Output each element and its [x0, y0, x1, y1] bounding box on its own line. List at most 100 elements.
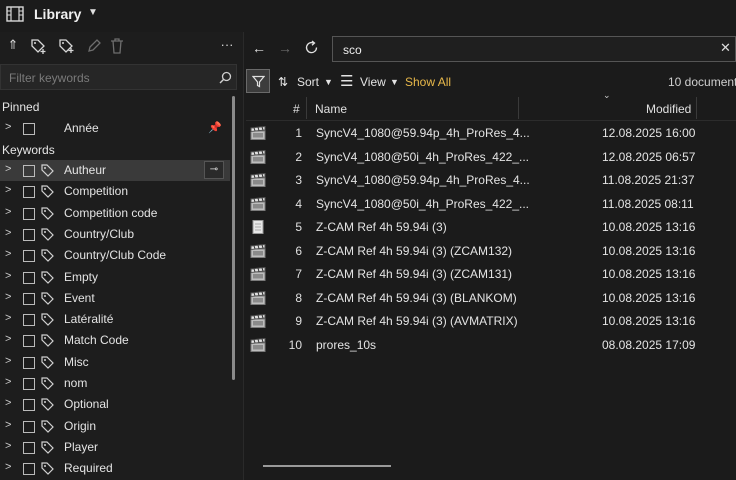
- app-title[interactable]: Library: [34, 6, 81, 22]
- chevron-right-icon[interactable]: >: [5, 461, 11, 473]
- more-options-icon[interactable]: ···: [218, 36, 236, 54]
- keyword-checkbox[interactable]: [23, 399, 35, 412]
- filter-keywords-input[interactable]: [7, 68, 211, 88]
- chevron-right-icon[interactable]: >: [5, 291, 11, 303]
- add-tag-icon[interactable]: [30, 38, 48, 54]
- chevron-right-icon[interactable]: >: [5, 227, 11, 239]
- table-row[interactable]: 8 Z-CAM Ref 4h 59.94i (3) (BLANKOM) 10.08.…: [246, 287, 736, 310]
- table-row[interactable]: 9 Z-CAM Ref 4h 59.94i (3) (AVMATRIX) 10.08…: [246, 310, 736, 333]
- keyword-row[interactable]: > Empty: [0, 267, 230, 288]
- keyword-row[interactable]: > Country/Club Code: [0, 245, 230, 266]
- edit-icon[interactable]: [86, 38, 102, 54]
- keyword-checkbox[interactable]: [23, 420, 35, 433]
- chevron-right-icon[interactable]: >: [5, 440, 11, 452]
- collapse-all-icon[interactable]: ⇑: [4, 36, 22, 54]
- table-row[interactable]: 10 prores_10s 08.08.2025 17:09: [246, 334, 736, 357]
- column-separator[interactable]: [306, 97, 307, 119]
- chevron-right-icon[interactable]: >: [5, 163, 11, 175]
- horizontal-scrollbar[interactable]: [263, 465, 391, 467]
- tag-icon: [41, 228, 54, 241]
- keyword-checkbox[interactable]: [23, 186, 35, 199]
- film-icon: [6, 6, 24, 22]
- chevron-right-icon[interactable]: >: [5, 397, 11, 409]
- vertical-scrollbar[interactable]: [232, 96, 235, 380]
- keyword-checkbox[interactable]: [23, 250, 35, 263]
- forward-arrow-icon[interactable]: →: [278, 40, 292, 56]
- search-box[interactable]: [332, 36, 736, 62]
- sort-indicator-icon: ⌄: [603, 90, 611, 100]
- view-caret-icon[interactable]: ▼: [390, 77, 399, 87]
- col-header-num[interactable]: #: [293, 102, 300, 116]
- keyword-row[interactable]: > Optional: [0, 394, 230, 415]
- table-row[interactable]: 3 SyncV4_1080@59.94p_4h_ProRes_4... 11.08.…: [246, 169, 736, 192]
- keyword-row[interactable]: > Latéralité: [0, 309, 230, 330]
- keyword-row[interactable]: > Required: [0, 458, 230, 479]
- keyword-row[interactable]: > nom: [0, 373, 230, 394]
- col-header-modified[interactable]: Modified: [646, 102, 691, 116]
- column-separator[interactable]: [696, 97, 697, 119]
- tag-icon: [41, 334, 54, 348]
- back-arrow-icon[interactable]: ←: [252, 40, 266, 56]
- view-list-icon[interactable]: ☰: [340, 72, 353, 90]
- library-dropdown-icon[interactable]: ▼: [88, 7, 98, 18]
- keyword-checkbox[interactable]: [23, 378, 35, 390]
- chevron-right-icon[interactable]: >: [5, 248, 11, 260]
- keyword-checkbox[interactable]: [23, 228, 35, 241]
- pin-toggle-icon[interactable]: ⊸: [204, 161, 224, 179]
- delete-icon[interactable]: [110, 38, 124, 54]
- chevron-right-icon[interactable]: >: [5, 184, 11, 196]
- keyword-row[interactable]: > Misc: [0, 352, 230, 373]
- keyword-label: Competition: [64, 184, 129, 199]
- sort-button[interactable]: Sort: [297, 75, 319, 89]
- chevron-right-icon[interactable]: >: [5, 419, 11, 431]
- table-row[interactable]: 4 SyncV4_1080@50i_4h_ProRes_422_... 11.08.…: [246, 193, 736, 216]
- keyword-checkbox[interactable]: [23, 356, 35, 369]
- clear-search-icon[interactable]: ✕: [720, 40, 731, 56]
- chevron-right-icon[interactable]: >: [5, 121, 11, 133]
- keyword-row[interactable]: > Match Code: [0, 330, 230, 351]
- chevron-right-icon[interactable]: >: [5, 206, 11, 218]
- chevron-right-icon[interactable]: >: [5, 333, 11, 345]
- file-number: 10: [288, 337, 302, 352]
- view-button[interactable]: View: [360, 75, 386, 89]
- column-separator[interactable]: [518, 97, 519, 119]
- table-row[interactable]: 6 Z-CAM Ref 4h 59.94i (3) (ZCAM132) 10.08.…: [246, 240, 736, 263]
- filter-keywords-box[interactable]: [0, 64, 237, 90]
- search-input[interactable]: [341, 41, 705, 59]
- keyword-row[interactable]: > Autheur ⊸: [0, 160, 230, 181]
- keyword-checkbox[interactable]: [23, 165, 35, 177]
- chevron-right-icon[interactable]: >: [5, 376, 11, 388]
- keyword-row[interactable]: > Country/Club: [0, 224, 230, 245]
- keyword-checkbox[interactable]: [23, 292, 35, 305]
- file-name: SyncV4_1080@59.94p_4h_ProRes_4...: [316, 126, 530, 140]
- table-row[interactable]: 2 SyncV4_1080@50i_4h_ProRes_422_... 12.08.…: [246, 146, 736, 169]
- keyword-checkbox[interactable]: [23, 441, 35, 454]
- keyword-row[interactable]: > Competition code: [0, 203, 230, 224]
- pinned-item[interactable]: > Année 📌: [0, 118, 230, 139]
- table-row[interactable]: 7 Z-CAM Ref 4h 59.94i (3) (ZCAM131) 10.08.…: [246, 263, 736, 286]
- chevron-right-icon[interactable]: >: [5, 270, 11, 282]
- keyword-checkbox[interactable]: [23, 271, 35, 284]
- keyword-row[interactable]: > Origin: [0, 416, 230, 437]
- keyword-checkbox[interactable]: [23, 207, 35, 220]
- col-header-name[interactable]: Name: [315, 102, 347, 116]
- table-row[interactable]: 5 Z-CAM Ref 4h 59.94i (3) 10.08.2025 13:16: [246, 216, 736, 239]
- keyword-checkbox[interactable]: [23, 314, 35, 327]
- keyword-row[interactable]: > Event: [0, 288, 230, 309]
- chevron-right-icon[interactable]: >: [5, 355, 11, 367]
- refresh-icon[interactable]: [304, 40, 319, 55]
- chevron-right-icon[interactable]: >: [5, 312, 11, 324]
- pin-icon[interactable]: 📌: [208, 121, 222, 134]
- filter-button[interactable]: [246, 69, 270, 93]
- keyword-row[interactable]: > Competition: [0, 181, 230, 202]
- keyword-row[interactable]: > Player: [0, 437, 230, 458]
- show-all-link[interactable]: Show All: [405, 75, 451, 89]
- keyword-checkbox[interactable]: [23, 123, 35, 135]
- sort-icon[interactable]: ⇅: [278, 75, 288, 89]
- keyword-checkbox[interactable]: [23, 335, 35, 348]
- keyword-checkbox[interactable]: [23, 463, 35, 476]
- table-row[interactable]: 1 SyncV4_1080@59.94p_4h_ProRes_4... 12.08.…: [246, 122, 736, 145]
- add-child-tag-icon[interactable]: [58, 38, 76, 54]
- funnel-icon: [252, 75, 265, 88]
- sort-caret-icon[interactable]: ▼: [324, 77, 333, 87]
